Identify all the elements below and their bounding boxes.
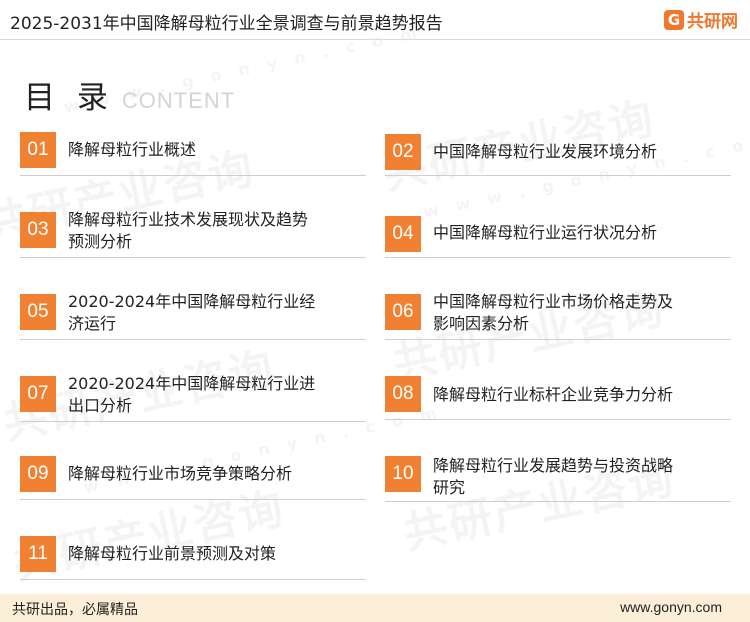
toc-item-06[interactable]: 06 中国降解母粒行业市场价格走势及 影响因素分析 xyxy=(385,292,731,340)
toc-item-01[interactable]: 01 降解母粒行业概述 xyxy=(20,132,366,176)
page-footer: 共研出品，必属精品 www.gonyn.com xyxy=(0,594,750,622)
chapter-number: 08 xyxy=(385,376,421,412)
report-header: 2025-2031年中国降解母粒行业全景调查与前景趋势报告 G 共研网 xyxy=(0,0,750,40)
logo-text: 共研网 xyxy=(687,12,738,32)
toc-item-03[interactable]: 03 降解母粒行业技术发展现状及趋势 预测分析 xyxy=(20,210,366,258)
chapter-title: 降解母粒行业标杆企业竞争力分析 xyxy=(433,385,674,404)
chapter-title: 2020-2024年中国降解母粒行业经 济运行 xyxy=(68,292,316,333)
toc-item-05[interactable]: 05 2020-2024年中国降解母粒行业经 济运行 xyxy=(20,292,366,340)
toc-item-09[interactable]: 09 降解母粒行业市场竞争策略分析 xyxy=(20,456,366,500)
toc-item-02[interactable]: 02 中国降解母粒行业发展环境分析 xyxy=(385,132,731,176)
chapter-number: 11 xyxy=(20,536,56,572)
logo-icon: G xyxy=(664,9,684,30)
toc-item-10[interactable]: 10 降解母粒行业发展趋势与投资战略 研究 xyxy=(385,454,731,502)
chapter-title: 降解母粒行业前景预测及对策 xyxy=(68,544,277,563)
chapter-title: 中国降解母粒行业运行状况分析 xyxy=(433,223,658,242)
chapter-title: 中国降解母粒行业市场价格走势及 影响因素分析 xyxy=(433,292,674,333)
chapter-number: 09 xyxy=(20,456,56,492)
toc-item-11[interactable]: 11 降解母粒行业前景预测及对策 xyxy=(20,536,366,580)
chapter-number: 06 xyxy=(385,294,421,330)
chapter-number: 01 xyxy=(20,132,56,168)
toc-heading: 目 录 CONTENT xyxy=(24,72,235,117)
toc-item-04[interactable]: 04 中国降解母粒行业运行状况分析 xyxy=(385,214,731,258)
brand-logo[interactable]: G 共研网 xyxy=(664,7,738,32)
toc-item-07[interactable]: 07 2020-2024年中国降解母粒行业进 出口分析 xyxy=(20,374,366,422)
chapter-number: 02 xyxy=(385,134,421,170)
footer-slogan: 共研出品，必属精品 xyxy=(12,602,138,618)
chapter-title: 降解母粒行业发展趋势与投资战略 研究 xyxy=(433,456,674,497)
toc-title: 目 录 xyxy=(24,80,114,116)
report-title: 2025-2031年中国降解母粒行业全景调查与前景趋势报告 xyxy=(10,14,443,34)
chapter-number: 04 xyxy=(385,216,421,252)
toc-title-en: CONTENT xyxy=(121,88,236,113)
chapter-number: 10 xyxy=(385,456,421,492)
chapter-title: 降解母粒行业概述 xyxy=(68,140,197,159)
chapter-number: 07 xyxy=(20,376,56,412)
chapter-title: 降解母粒行业市场竞争策略分析 xyxy=(68,464,293,483)
chapter-title: 降解母粒行业技术发展现状及趋势 预测分析 xyxy=(68,210,309,251)
chapter-title: 中国降解母粒行业发展环境分析 xyxy=(433,142,658,161)
chapter-number: 05 xyxy=(20,294,56,330)
footer-website-link[interactable]: www.gonyn.com xyxy=(620,599,722,615)
chapter-number: 03 xyxy=(20,212,56,248)
toc-item-08[interactable]: 08 降解母粒行业标杆企业竞争力分析 xyxy=(385,376,731,420)
chapter-title: 2020-2024年中国降解母粒行业进 出口分析 xyxy=(68,374,316,415)
